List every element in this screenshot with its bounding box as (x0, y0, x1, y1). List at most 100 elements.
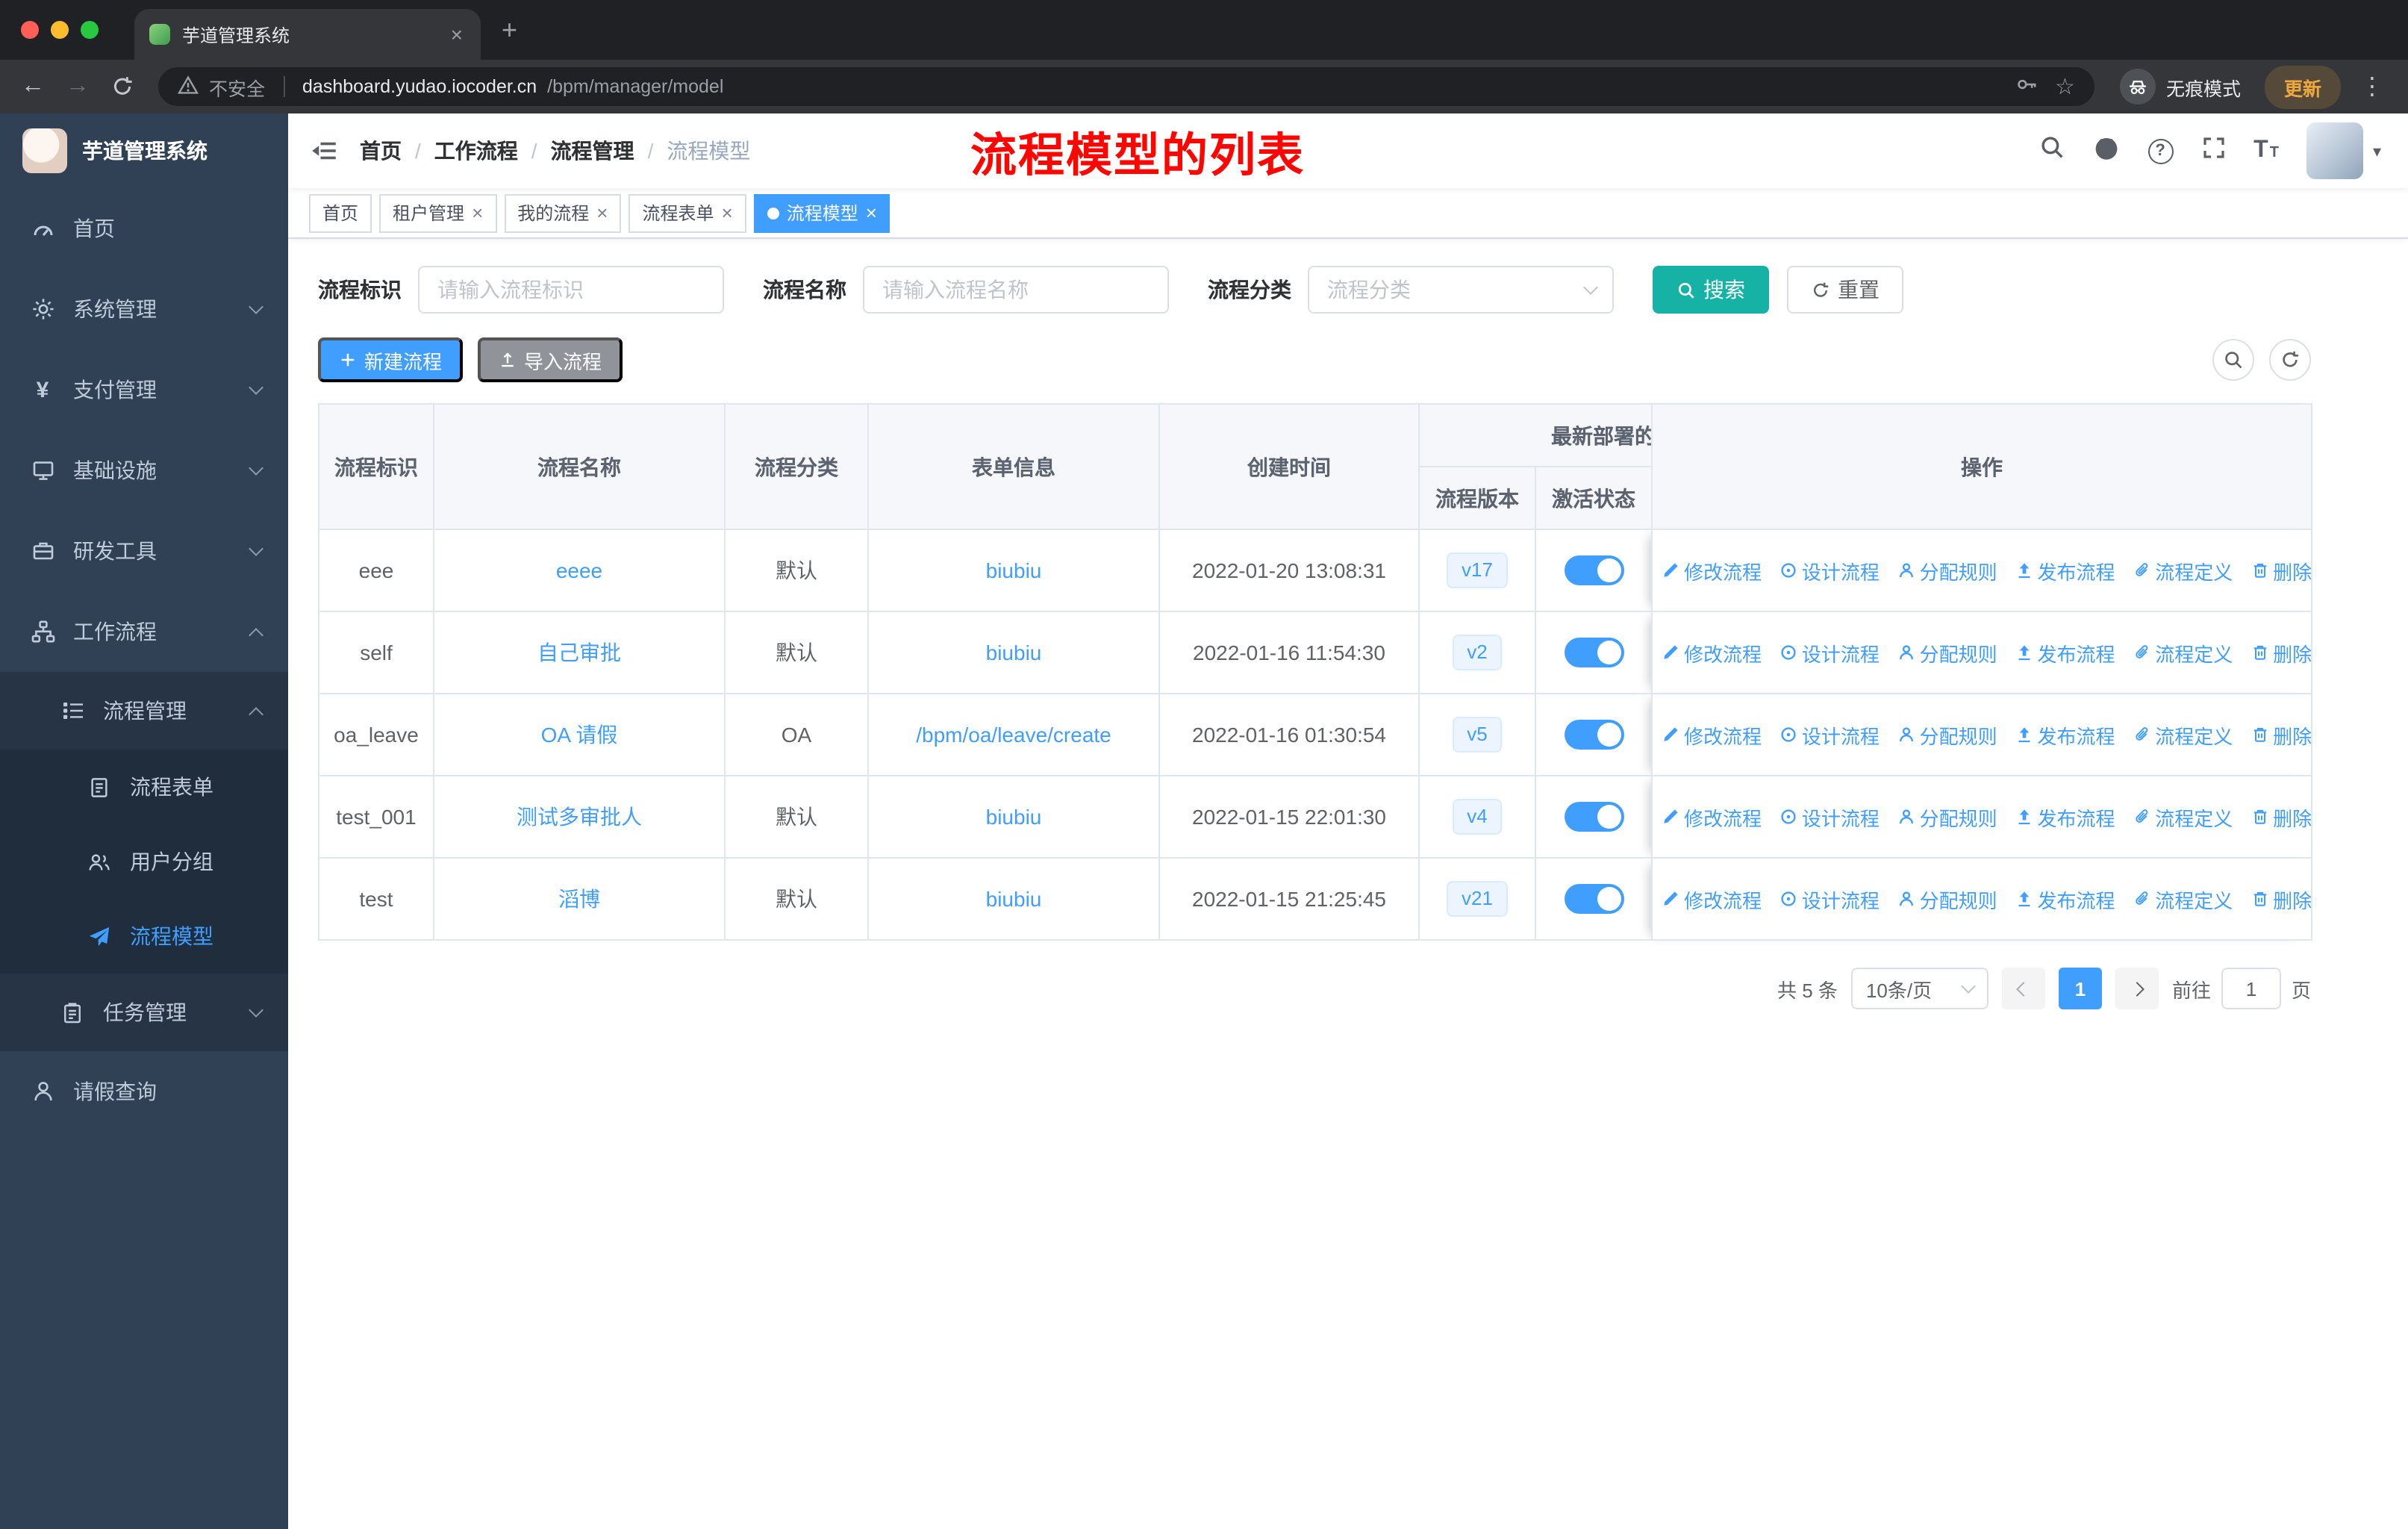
delete-process-link[interactable]: 删除 (2251, 885, 2312, 913)
create-process-button[interactable]: 新建流程 (318, 337, 464, 382)
status-toggle[interactable] (1564, 802, 1623, 832)
prev-page-button[interactable] (2001, 968, 2045, 1009)
close-icon[interactable]: × (866, 203, 877, 222)
window-close-button[interactable] (21, 21, 39, 39)
sidebar-item-user-group[interactable]: 用户分组 (0, 824, 288, 899)
process-definition-link[interactable]: 流程定义 (2133, 803, 2233, 831)
form-info-link[interactable]: biubiu (986, 805, 1042, 829)
process-name-link[interactable]: OA 请假 (541, 723, 618, 747)
close-icon[interactable]: × (596, 203, 608, 222)
window-zoom-button[interactable] (81, 21, 99, 39)
reset-button[interactable]: 重置 (1787, 266, 1903, 314)
search-icon[interactable] (2039, 134, 2064, 167)
process-definition-link[interactable]: 流程定义 (2133, 556, 2233, 585)
design-process-link[interactable]: 设计流程 (1780, 803, 1880, 831)
close-icon[interactable]: × (472, 203, 483, 222)
browser-tab[interactable]: 芋道管理系统 × (134, 9, 481, 60)
sidebar-item-payment[interactable]: ¥ 支付管理 (0, 349, 288, 430)
publish-process-link[interactable]: 发布流程 (2015, 556, 2115, 585)
status-toggle[interactable] (1564, 720, 1623, 750)
assign-rule-link[interactable]: 分配规则 (1897, 556, 1997, 585)
edit-process-link[interactable]: 修改流程 (1662, 556, 1762, 585)
breadcrumb-home[interactable]: 首页 (360, 136, 402, 166)
assign-rule-link[interactable]: 分配规则 (1897, 803, 1997, 831)
process-id-input[interactable] (418, 266, 724, 314)
status-toggle[interactable] (1564, 555, 1623, 585)
publish-process-link[interactable]: 发布流程 (2015, 885, 2115, 913)
tag-tenant-management[interactable]: 租户管理 × (379, 193, 497, 232)
design-process-link[interactable]: 设计流程 (1780, 885, 1880, 913)
sidebar-item-process-form[interactable]: 流程表单 (0, 750, 288, 824)
publish-process-link[interactable]: 发布流程 (2015, 720, 2115, 749)
security-warning-icon[interactable] (177, 74, 199, 99)
new-tab-button[interactable]: + (481, 0, 538, 60)
process-category-select[interactable] (1308, 266, 1614, 314)
form-info-link[interactable]: biubiu (986, 887, 1042, 911)
goto-page-input[interactable] (2221, 968, 2281, 1009)
edit-process-link[interactable]: 修改流程 (1662, 885, 1762, 913)
tag-process-form[interactable]: 流程表单 × (628, 193, 746, 232)
search-button[interactable]: 搜索 (1653, 266, 1769, 314)
process-definition-link[interactable]: 流程定义 (2133, 885, 2233, 913)
forward-icon[interactable]: → (57, 66, 99, 108)
sidebar-item-process-model[interactable]: 流程模型 (0, 899, 288, 974)
fullscreen-icon[interactable] (2201, 135, 2225, 166)
delete-process-link[interactable]: 删除 (2251, 803, 2312, 831)
show-search-icon[interactable] (2212, 339, 2254, 381)
sidebar-item-infra[interactable]: 基础设施 (0, 430, 288, 511)
browser-update-button[interactable]: 更新 (2264, 65, 2341, 108)
refresh-icon[interactable] (2269, 339, 2311, 381)
edit-process-link[interactable]: 修改流程 (1662, 803, 1762, 831)
publish-process-link[interactable]: 发布流程 (2015, 803, 2115, 831)
window-minimize-button[interactable] (51, 21, 69, 39)
status-toggle[interactable] (1564, 884, 1623, 914)
page-1-button[interactable]: 1 (2058, 968, 2102, 1009)
text-size-icon[interactable]: TT (2253, 137, 2279, 164)
key-icon[interactable] (2015, 72, 2037, 101)
delete-process-link[interactable]: 删除 (2251, 638, 2312, 667)
process-name-link[interactable]: 滔博 (558, 887, 600, 911)
delete-process-link[interactable]: 删除 (2251, 720, 2312, 749)
tab-close-icon[interactable]: × (448, 22, 466, 46)
assign-rule-link[interactable]: 分配规则 (1897, 720, 1997, 749)
incognito-badge[interactable]: 无痕模式 (2119, 69, 2241, 105)
tag-home[interactable]: 首页 (309, 193, 372, 232)
edit-process-link[interactable]: 修改流程 (1662, 720, 1762, 749)
status-toggle[interactable] (1564, 638, 1623, 667)
design-process-link[interactable]: 设计流程 (1780, 556, 1880, 585)
delete-process-link[interactable]: 删除 (2251, 556, 2312, 585)
breadcrumb-workflow[interactable]: 工作流程 (434, 136, 518, 166)
hamburger-icon[interactable] (288, 137, 360, 164)
form-info-link[interactable]: /bpm/oa/leave/create (916, 723, 1111, 747)
url-bar[interactable]: 不安全 dashboard.yudao.iocoder.cn/bpm/manag… (158, 67, 2094, 106)
process-definition-link[interactable]: 流程定义 (2133, 720, 2233, 749)
design-process-link[interactable]: 设计流程 (1780, 720, 1880, 749)
import-process-button[interactable]: 导入流程 (478, 337, 623, 382)
sidebar-item-system[interactable]: 系统管理 (0, 269, 288, 349)
sidebar-item-task-management[interactable]: 任务管理 (0, 974, 288, 1051)
process-name-link[interactable]: 测试多审批人 (517, 805, 642, 829)
close-icon[interactable]: × (722, 203, 733, 222)
assign-rule-link[interactable]: 分配规则 (1897, 885, 1997, 913)
sidebar-item-leave-query[interactable]: 请假查询 (0, 1051, 288, 1132)
publish-process-link[interactable]: 发布流程 (2015, 638, 2115, 667)
process-name-link[interactable]: 自己审批 (537, 641, 621, 664)
sidebar-item-workflow[interactable]: 工作流程 (0, 591, 288, 672)
process-definition-link[interactable]: 流程定义 (2133, 638, 2233, 667)
assign-rule-link[interactable]: 分配规则 (1897, 638, 1997, 667)
bookmark-star-icon[interactable]: ☆ (2055, 73, 2075, 100)
edit-process-link[interactable]: 修改流程 (1662, 638, 1762, 667)
github-icon[interactable] (2092, 134, 2119, 168)
sidebar-item-process-management[interactable]: 流程管理 (0, 672, 288, 750)
back-icon[interactable]: ← (12, 66, 54, 108)
process-name-input[interactable] (863, 266, 1169, 314)
form-info-link[interactable]: biubiu (986, 558, 1042, 582)
tag-my-process[interactable]: 我的流程 × (504, 193, 622, 232)
design-process-link[interactable]: 设计流程 (1780, 638, 1880, 667)
page-size-select[interactable]: 10条/页 (1850, 968, 1989, 1009)
tag-process-model[interactable]: 流程模型 × (753, 193, 890, 232)
user-menu[interactable]: ▾ (2306, 122, 2381, 179)
sidebar-item-home[interactable]: 首页 (0, 188, 288, 269)
form-info-link[interactable]: biubiu (986, 641, 1042, 664)
breadcrumb-process-management[interactable]: 流程管理 (551, 136, 634, 166)
